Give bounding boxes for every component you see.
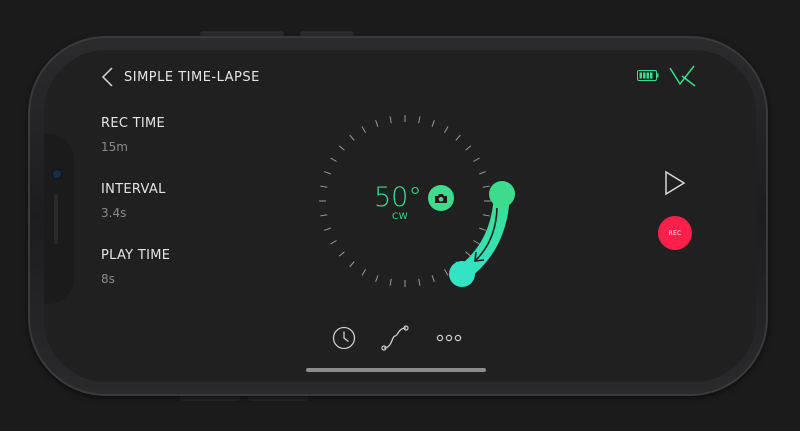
dial-tick xyxy=(349,134,355,141)
param-value: 15m xyxy=(101,140,128,154)
rotation-arc-slider[interactable] xyxy=(442,174,532,294)
param-value: 3.4s xyxy=(101,206,127,220)
rotation-angle: 50° xyxy=(374,182,422,213)
dial-tick xyxy=(361,269,366,276)
dial-tick xyxy=(324,171,331,175)
dial-tick xyxy=(418,116,421,124)
dial-tick xyxy=(375,275,379,282)
dial-tick xyxy=(338,251,345,257)
param-label: REC TIME xyxy=(101,116,166,131)
param-play-time[interactable]: PLAY TIME 8s xyxy=(101,248,170,286)
bottom-nav xyxy=(332,324,462,354)
dial-tick xyxy=(338,145,345,151)
param-interval[interactable]: INTERVAL 3.4s xyxy=(101,182,170,220)
home-indicator[interactable] xyxy=(306,368,486,372)
dial-tick xyxy=(375,120,379,127)
dial-tick xyxy=(455,134,461,141)
dial-tick xyxy=(320,214,328,217)
more-icon[interactable] xyxy=(436,333,462,343)
dial-tick xyxy=(361,126,366,133)
app-screen: SIMPLE TIME-LAPSE REC TIME 15m INTERVAL … xyxy=(44,50,756,382)
param-rec-time[interactable]: REC TIME 15m xyxy=(101,116,170,154)
param-value: 8s xyxy=(101,272,115,286)
dial-tick xyxy=(431,120,435,127)
rotation-direction: CW xyxy=(392,212,409,222)
arc-end-handle[interactable] xyxy=(449,261,475,287)
battery-icon xyxy=(637,70,659,81)
dial-tick xyxy=(349,261,355,268)
notch xyxy=(44,134,74,304)
dial-tick xyxy=(320,185,328,188)
dial-tick xyxy=(431,275,435,282)
arc-start-handle[interactable] xyxy=(489,181,515,207)
dial-tick xyxy=(330,240,337,245)
page-title: SIMPLE TIME-LAPSE xyxy=(124,69,260,85)
dial-tick xyxy=(473,157,480,162)
param-label: PLAY TIME xyxy=(101,248,171,263)
play-icon[interactable] xyxy=(664,170,686,196)
front-camera xyxy=(53,170,61,178)
dial-tick xyxy=(324,227,331,231)
back-chevron-icon[interactable] xyxy=(100,66,116,88)
dial-tick xyxy=(418,278,421,286)
clock-icon[interactable] xyxy=(332,326,356,350)
header: SIMPLE TIME-LAPSE xyxy=(100,66,260,88)
param-label: INTERVAL xyxy=(101,182,166,197)
parameters-list: REC TIME 15m INTERVAL 3.4s PLAY TIME 8s xyxy=(101,116,170,314)
record-button[interactable]: REC xyxy=(658,216,692,250)
dial-tick xyxy=(389,278,392,286)
dial-tick xyxy=(330,157,337,162)
curve-icon[interactable] xyxy=(380,324,410,352)
dial-tick xyxy=(389,116,392,124)
dial-tick xyxy=(444,126,449,133)
speaker-grille xyxy=(54,194,58,244)
confirm-check-icon[interactable] xyxy=(668,64,696,88)
dial-tick xyxy=(465,145,472,151)
